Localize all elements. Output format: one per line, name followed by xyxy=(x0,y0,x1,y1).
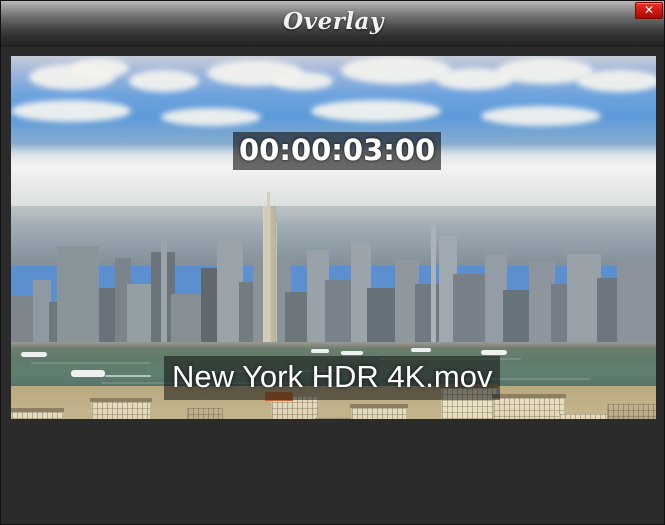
title-bar: Overlay ✕ xyxy=(1,1,664,47)
close-icon: ✕ xyxy=(643,3,655,17)
boat xyxy=(311,349,329,353)
skyline-layer xyxy=(11,192,656,354)
cloud xyxy=(129,70,199,92)
controls-panel: Display timecode : 00 00 00 00 Display a… xyxy=(1,421,664,524)
cloud xyxy=(481,106,601,126)
cloud xyxy=(311,100,441,122)
window-title: Overlay xyxy=(283,8,384,35)
boat xyxy=(411,348,431,352)
overlay-window: Overlay ✕ 00:00:03:00 New York HDR 4K.mo… xyxy=(0,0,665,525)
cloud xyxy=(161,108,261,126)
filename-overlay-text: New York HDR 4K.mov xyxy=(164,356,501,400)
boat xyxy=(481,350,507,355)
cloud xyxy=(577,70,656,92)
boat xyxy=(341,351,363,355)
cloud xyxy=(11,100,131,122)
close-button[interactable]: ✕ xyxy=(635,2,663,19)
video-preview[interactable]: 00:00:03:00 New York HDR 4K.mov xyxy=(11,56,656,419)
cloud xyxy=(273,72,333,90)
cloud xyxy=(71,58,129,78)
boat xyxy=(21,352,47,357)
timecode-overlay-text: 00:00:03:00 xyxy=(233,132,442,170)
ferry-boat xyxy=(71,370,105,377)
